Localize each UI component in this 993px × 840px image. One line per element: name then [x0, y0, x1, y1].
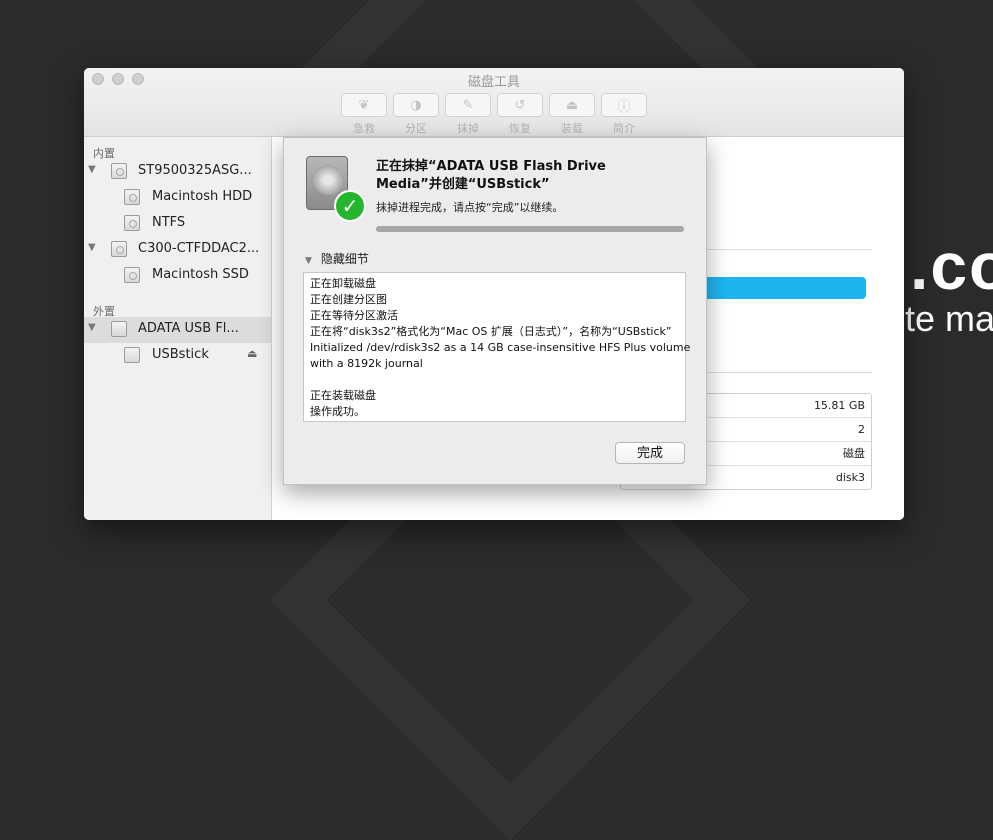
toolbar-partition-button[interactable]: ◑ 分区	[393, 93, 439, 136]
window-title: 磁盘工具	[467, 75, 520, 90]
sidebar: 内置 ▼ ST9500325ASG... Macintosh HDD NTFS …	[84, 137, 272, 520]
info-icon: ⓘ	[617, 99, 631, 115]
eject-icon[interactable]: ⏏	[247, 347, 257, 360]
sidebar-item-label: ADATA USB Fl...	[138, 321, 239, 336]
toolbar-mount-button[interactable]: ⏏ 装载	[549, 93, 595, 136]
volume-icon	[124, 215, 140, 231]
sidebar-item-c300-ctfddac2[interactable]: ▼ C300-CTFDDAC2...	[84, 237, 271, 263]
stethoscope-icon: ❦	[358, 97, 370, 113]
sidebar-item-st9500325asg[interactable]: ▼ ST9500325ASG...	[84, 159, 271, 185]
done-button[interactable]: 完成	[615, 442, 685, 464]
checkmark-icon: ✓	[334, 190, 366, 222]
progress-fill	[376, 226, 684, 232]
sidebar-item-label: USBstick	[152, 347, 209, 362]
sidebar-item-ntfs[interactable]: NTFS	[84, 211, 271, 237]
toolbar-erase-button[interactable]: ✎ 抹掉	[445, 93, 491, 136]
sidebar-item-label: ST9500325ASG...	[138, 163, 252, 178]
hide-details-toggle[interactable]: ▼ 隐藏细节	[305, 250, 369, 267]
toolbar-label: 简介	[613, 122, 635, 135]
sidebar-item-usbstick[interactable]: USBstick ⏏	[84, 343, 271, 369]
toolbar-restore-button[interactable]: ↺ 恢复	[497, 93, 543, 136]
usb-drive-icon	[111, 321, 127, 337]
log-line: 正在等待分区激活	[310, 309, 398, 322]
volume-icon	[124, 347, 140, 363]
title-bar: 磁盘工具 ❦ 急救 ◑ 分区 ✎ 抹掉 ↺ 恢复 ⏏ 装载 ⓘ 简介	[84, 68, 904, 137]
log-line: 正在卸载磁盘	[310, 277, 376, 290]
toolbar-info-button[interactable]: ⓘ 简介	[601, 93, 647, 136]
usage-bar	[692, 277, 866, 299]
hard-disk-icon	[111, 163, 127, 179]
hide-details-label: 隐藏细节	[320, 252, 369, 266]
background-text-large: .co	[910, 229, 993, 303]
disclosure-triangle-icon[interactable]: ▼	[88, 322, 96, 333]
disclosure-triangle-icon[interactable]: ▼	[88, 242, 96, 253]
erase-icon: ✎	[462, 97, 474, 113]
hard-disk-success-icon: ✓	[306, 156, 366, 222]
toolbar-label: 急救	[353, 122, 375, 135]
sidebar-item-adata-usb[interactable]: ▼ ADATA USB Fl...	[84, 317, 271, 343]
sidebar-item-macintosh-ssd[interactable]: Macintosh SSD	[84, 263, 271, 289]
sidebar-item-macintosh-hdd[interactable]: Macintosh HDD	[84, 185, 271, 211]
disclosure-triangle-icon: ▼	[305, 256, 312, 266]
partition-icon: ◑	[410, 97, 422, 113]
progress-bar	[376, 226, 684, 232]
background-text-small: te ma	[905, 298, 993, 339]
sidebar-item-label: C300-CTFDDAC2...	[138, 241, 260, 256]
toolbar-first-aid-button[interactable]: ❦ 急救	[341, 93, 387, 136]
details-log[interactable]: 正在卸载磁盘 正在创建分区图 正在等待分区激活正在将“disk3s2”格式化为“Ma…	[303, 272, 691, 422]
log-line: 操作成功。	[310, 405, 365, 418]
sidebar-item-label: Macintosh SSD	[152, 267, 249, 282]
toolbar-label: 分区	[405, 122, 427, 135]
sidebar-item-label: NTFS	[152, 215, 186, 230]
log-line: Initialized /dev/rdisk3s2 as a 14 GB cas…	[310, 341, 691, 354]
mount-icon: ⏏	[565, 97, 579, 113]
log-line: 正在装载磁盘	[310, 389, 376, 402]
volume-icon	[124, 267, 140, 283]
toolbar-label: 抹掉	[457, 122, 479, 135]
restore-icon: ↺	[514, 97, 526, 113]
hard-disk-icon	[111, 241, 127, 257]
disclosure-triangle-icon[interactable]: ▼	[88, 164, 96, 175]
volume-icon	[124, 189, 140, 205]
log-line: 正在创建分区图	[310, 293, 387, 306]
toolbar-label: 恢复	[509, 122, 531, 135]
toolbar-label: 装载	[561, 122, 583, 135]
erase-sheet: ✓ 正在抹掉“ADATA USB Flash Drive Media”并创建“U…	[283, 137, 707, 485]
sheet-title: 正在抹掉“ADATA USB Flash Drive Media”并创建“USB…	[376, 159, 606, 192]
sidebar-item-label: Macintosh HDD	[152, 189, 253, 204]
sheet-subtitle: 抹掉进程完成，请点按“完成”以继续。	[376, 201, 564, 214]
log-line: 正在将“disk3s2”格式化为“Mac OS 扩展（日志式）”，名称为“USB…	[310, 325, 672, 338]
log-line: with a 8192k journal	[310, 357, 423, 370]
